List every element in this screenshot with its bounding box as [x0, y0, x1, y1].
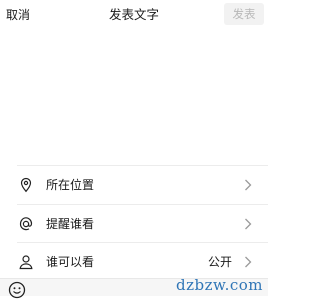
- top-bar: 取消 发表文字 发表: [0, 0, 268, 30]
- person-icon: [19, 255, 33, 270]
- location-pin-icon: [20, 177, 32, 193]
- at-sign-icon: [19, 217, 33, 231]
- visibility-label: 谁可以看: [46, 255, 95, 269]
- chevron-right-icon: [245, 256, 252, 268]
- emoji-icon[interactable]: [8, 281, 26, 299]
- chevron-right-icon: [245, 218, 252, 230]
- publish-button[interactable]: 发表: [224, 3, 264, 25]
- visibility-value: 公开: [207, 255, 232, 269]
- location-row[interactable]: 所在位置: [0, 166, 268, 204]
- chevron-right-icon: [245, 179, 252, 191]
- location-label: 所在位置: [46, 178, 95, 192]
- watermark-text: dzbzw.com: [176, 276, 263, 294]
- remind-label: 提醒谁看: [46, 217, 95, 231]
- remind-row[interactable]: 提醒谁看: [0, 205, 268, 243]
- text-compose-area[interactable]: [0, 30, 268, 164]
